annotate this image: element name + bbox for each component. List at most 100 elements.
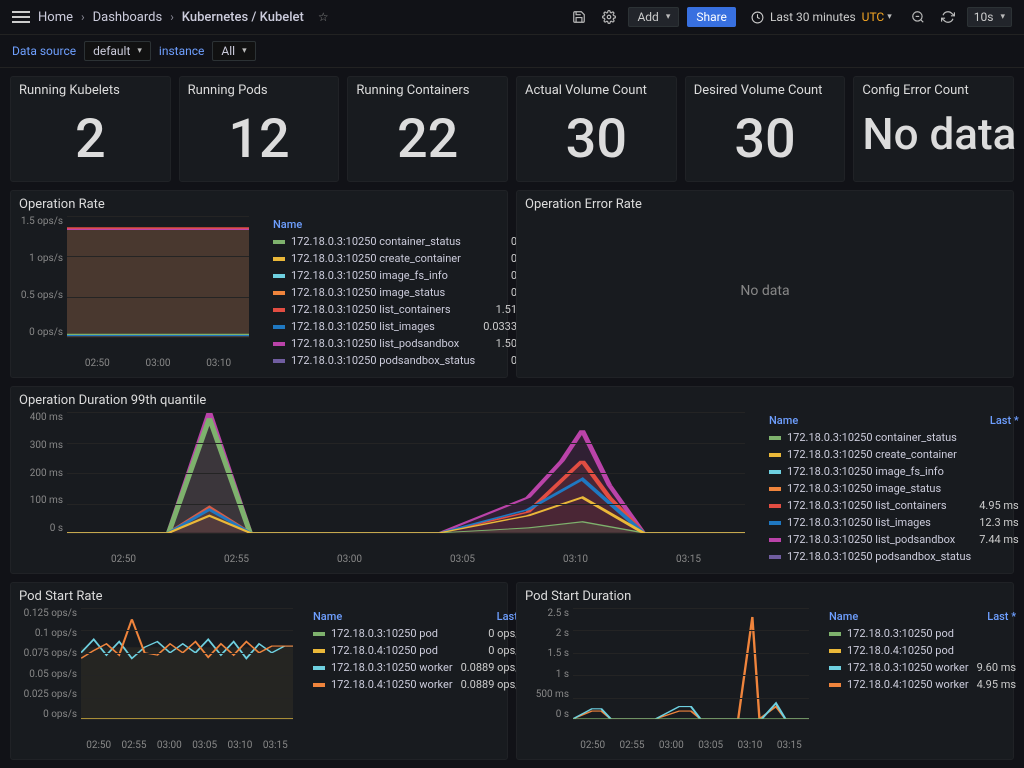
legend-item[interactable]: 172.18.0.3:10250 create_container: [765, 446, 1023, 463]
panel-title: Operation Error Rate: [525, 197, 1005, 212]
series-color-swatch: [273, 325, 285, 329]
stat-panel[interactable]: Actual Volume Count30: [516, 76, 677, 182]
legend-item[interactable]: 172.18.0.3:10250 list_images0.0333 ops/s: [269, 318, 552, 335]
legend-item[interactable]: 172.18.0.3:10250 list_podsandbox1.50 ops…: [269, 335, 552, 352]
axis-tick: 300 ms: [19, 440, 63, 451]
legend-item[interactable]: 172.18.0.3:10250 worker9.60 ms: [825, 659, 1020, 676]
legend-item[interactable]: 172.18.0.3:10250 list_images12.3 ms: [765, 514, 1023, 531]
axis-tick: 03:05: [192, 740, 217, 751]
legend-col-name[interactable]: Name: [825, 608, 973, 625]
breadcrumb-dashboards[interactable]: Dashboards: [93, 10, 163, 25]
save-icon[interactable]: [568, 6, 590, 28]
series-color-swatch: [829, 666, 841, 670]
refresh-interval-picker[interactable]: 10s▾: [967, 7, 1012, 27]
stat-panel[interactable]: Running Pods12: [179, 76, 340, 182]
legend-col-name[interactable]: Name: [765, 412, 975, 429]
panel-pod-start-rate[interactable]: Pod Start Rate 0.125 ops/s0.1 ops/s0.075…: [10, 582, 508, 760]
axis-tick: 500 ms: [525, 689, 569, 700]
var-picker-datasource[interactable]: default▾: [84, 41, 151, 61]
panel-pod-start-duration[interactable]: Pod Start Duration 2.5 s2 s1.5 s1 s500 m…: [516, 582, 1014, 760]
axis-tick: 03:15: [777, 740, 802, 751]
legend-operation-rate: Name Last * 172.18.0.3:10250 container_s…: [269, 216, 552, 369]
legend-item[interactable]: 172.18.0.4:10250 pod: [825, 642, 1020, 659]
stat-panel[interactable]: Running Containers22: [347, 76, 508, 182]
legend-item[interactable]: 172.18.0.3:10250 create_container0 ops/s: [269, 250, 552, 267]
axis-tick: 1 ops/s: [19, 253, 63, 264]
chevron-down-icon: ▾: [887, 12, 892, 22]
zoom-out-icon[interactable]: [907, 6, 929, 28]
legend-item[interactable]: 172.18.0.3:10250 podsandbox_status: [765, 548, 1023, 565]
axis-tick: 200 ms: [19, 468, 63, 479]
legend-item[interactable]: 172.18.0.3:10250 pod0 ops/s: [309, 625, 529, 642]
axis-tick: 02:55: [122, 740, 147, 751]
legend-col-name[interactable]: Name: [269, 216, 479, 233]
legend-item[interactable]: 172.18.0.3:10250 image_status0 ops/s: [269, 284, 552, 301]
panel-operation-error-rate[interactable]: Operation Error Rate No data: [516, 190, 1014, 378]
axis-tick: 2.5 s: [525, 608, 569, 619]
axis-tick: 03:15: [676, 554, 701, 565]
legend-item[interactable]: 172.18.0.3:10250 image_status: [765, 480, 1023, 497]
series-color-swatch: [829, 649, 841, 653]
legend-item[interactable]: 172.18.0.3:10250 list_podsandbox7.44 ms: [765, 531, 1023, 548]
legend-pod-start-duration: Name Last * 172.18.0.3:10250 pod172.18.0…: [825, 608, 1020, 693]
legend-item[interactable]: 172.18.0.4:10250 worker0.0889 ops/s: [309, 676, 529, 693]
stat-row: Running Kubelets2Running Pods12Running C…: [10, 76, 1014, 182]
legend-item[interactable]: 172.18.0.3:10250 container_status: [765, 429, 1023, 446]
refresh-icon[interactable]: [937, 6, 959, 28]
panel-title: Actual Volume Count: [525, 83, 668, 98]
var-picker-instance[interactable]: All▾: [212, 41, 255, 61]
legend-col-last[interactable]: Last *: [975, 412, 1023, 429]
legend-item[interactable]: 172.18.0.3:10250 worker0.0889 ops/s: [309, 659, 529, 676]
panel-operation-rate[interactable]: Operation Rate 1.5 ops/s1 ops/s0.5 ops/s…: [10, 190, 508, 378]
axis-tick: 03:05: [450, 554, 475, 565]
panel-title: Config Error Count: [862, 83, 1005, 98]
panel-title: Running Pods: [188, 83, 331, 98]
breadcrumb-current[interactable]: Kubernetes / Kubelet: [182, 10, 304, 25]
legend-item[interactable]: 172.18.0.3:10250 list_containers1.51 ops…: [269, 301, 552, 318]
var-value: default: [93, 44, 130, 58]
time-range-picker[interactable]: Last 30 minutes UTC ▾: [744, 6, 899, 28]
stat-panel[interactable]: Running Kubelets2: [10, 76, 171, 182]
panel-operation-duration[interactable]: Operation Duration 99th quantile 400 ms3…: [10, 386, 1014, 574]
axis-tick: 0.05 ops/s: [19, 669, 77, 680]
series-color-swatch: [273, 291, 285, 295]
refresh-interval-label: 10s: [974, 10, 994, 24]
add-button[interactable]: Add▾: [628, 7, 679, 27]
legend-pod-start-rate: Name Last * 172.18.0.3:10250 pod0 ops/s1…: [309, 608, 529, 693]
series-color-swatch: [769, 521, 781, 525]
legend-item[interactable]: 172.18.0.3:10250 pod: [825, 625, 1020, 642]
stat-panel[interactable]: Config Error CountNo data: [853, 76, 1014, 182]
axis-tick: 0.025 ops/s: [19, 689, 77, 700]
time-range-utc: UTC: [862, 10, 885, 24]
share-button[interactable]: Share: [687, 7, 736, 27]
series-color-swatch: [273, 308, 285, 312]
series-color-swatch: [313, 649, 325, 653]
legend-item[interactable]: 172.18.0.3:10250 podsandbox_status0 ops/…: [269, 352, 552, 369]
legend-item[interactable]: 172.18.0.3:10250 image_fs_info0 ops/s: [269, 267, 552, 284]
panel-title: Operation Rate: [19, 197, 499, 212]
legend-item[interactable]: 172.18.0.3:10250 image_fs_info: [765, 463, 1023, 480]
chart-pod-start-duration: 2.5 s2 s1.5 s1 s500 ms0 s: [525, 608, 809, 738]
menu-icon[interactable]: [12, 10, 30, 24]
legend-item[interactable]: 172.18.0.3:10250 list_containers4.95 ms: [765, 497, 1023, 514]
legend-item[interactable]: 172.18.0.4:10250 pod0 ops/s: [309, 642, 529, 659]
stat-panel[interactable]: Desired Volume Count30: [685, 76, 846, 182]
chevron-down-icon: ▾: [666, 12, 671, 22]
legend-col-last[interactable]: Last *: [973, 608, 1021, 625]
axis-tick: 100 ms: [19, 495, 63, 506]
breadcrumb-home[interactable]: Home: [38, 10, 73, 25]
opdur-row: Operation Duration 99th quantile 400 ms3…: [10, 386, 1014, 574]
panel-title: Running Containers: [356, 83, 499, 98]
axis-tick: 03:00: [146, 358, 171, 369]
nodata-message: No data: [525, 216, 1005, 366]
variable-bar: Data source default▾ instance All▾: [0, 35, 1024, 68]
gear-icon[interactable]: [598, 6, 620, 28]
axis-tick: 03:10: [228, 740, 253, 751]
axis-tick: 0 s: [525, 709, 569, 720]
legend-col-name[interactable]: Name: [309, 608, 457, 625]
panel-title: Pod Start Rate: [19, 589, 499, 604]
legend-item[interactable]: 172.18.0.4:10250 worker4.95 ms: [825, 676, 1020, 693]
star-icon[interactable]: ☆: [318, 10, 329, 24]
series-color-swatch: [829, 683, 841, 687]
legend-item[interactable]: 172.18.0.3:10250 container_status0 ops/s: [269, 233, 552, 250]
